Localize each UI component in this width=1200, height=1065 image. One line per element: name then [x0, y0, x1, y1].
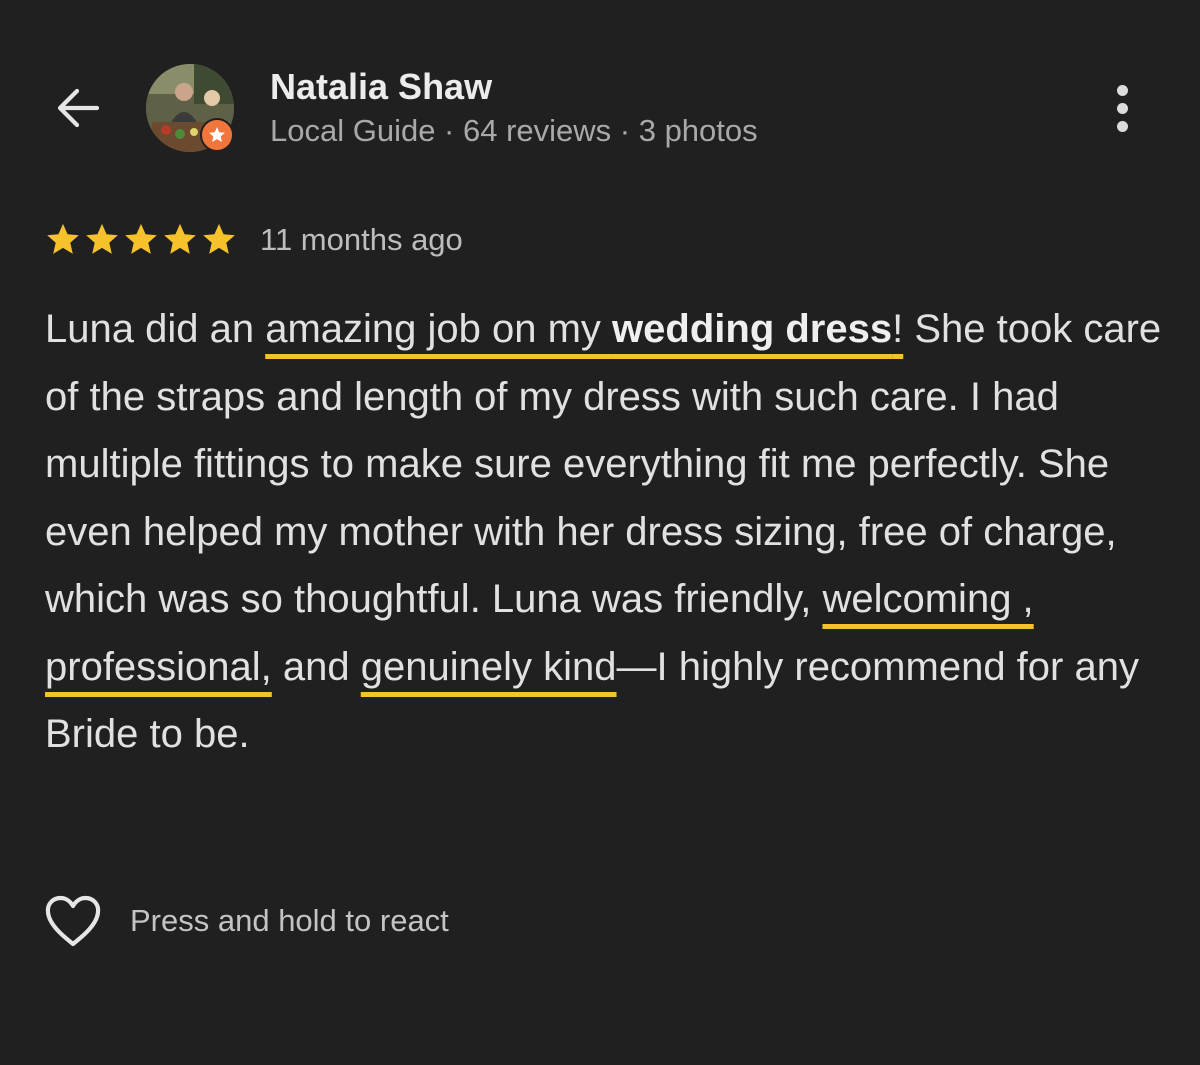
- star-rating: [44, 222, 238, 258]
- highlighted-phrase: amazing job on my: [265, 307, 613, 351]
- heart-outline-icon: [45, 895, 101, 947]
- highlighted-phrase: wedding dress: [612, 307, 893, 351]
- review-text: Luna did an amazing job on my wedding dr…: [45, 296, 1180, 769]
- highlighted-phrase: !: [892, 307, 904, 351]
- star-icon: [164, 223, 196, 254]
- review-text-segment: She took care of the straps and length o…: [45, 307, 1162, 621]
- react-label: Press and hold to react: [130, 903, 449, 938]
- react-button[interactable]: Press and hold to react: [44, 894, 449, 948]
- more-vertical-icon-dot: [1116, 120, 1128, 132]
- star-icon: [86, 223, 118, 254]
- more-options-button[interactable]: [1100, 78, 1144, 138]
- star-icon: [47, 223, 79, 254]
- user-name[interactable]: Natalia Shaw: [270, 66, 492, 108]
- star-icon: [125, 223, 157, 254]
- avatar[interactable]: [146, 64, 234, 152]
- user-meta: Local Guide · 64 reviews · 3 photos: [270, 113, 758, 148]
- review-detail-screen: Natalia Shaw Local Guide · 64 reviews · …: [0, 0, 1200, 1065]
- more-vertical-icon: [1116, 84, 1128, 96]
- more-vertical-icon-dot: [1116, 102, 1128, 114]
- highlighted-phrase: genuinely kind: [360, 644, 617, 689]
- review-text-segment: and: [271, 644, 361, 689]
- arrow-left-icon: [57, 88, 100, 128]
- review-text-segment: Luna did an: [45, 307, 266, 351]
- review-time: 11 months ago: [260, 222, 463, 257]
- back-button[interactable]: [50, 80, 106, 136]
- star-icon: [203, 223, 235, 254]
- local-guide-star-icon: [200, 118, 234, 152]
